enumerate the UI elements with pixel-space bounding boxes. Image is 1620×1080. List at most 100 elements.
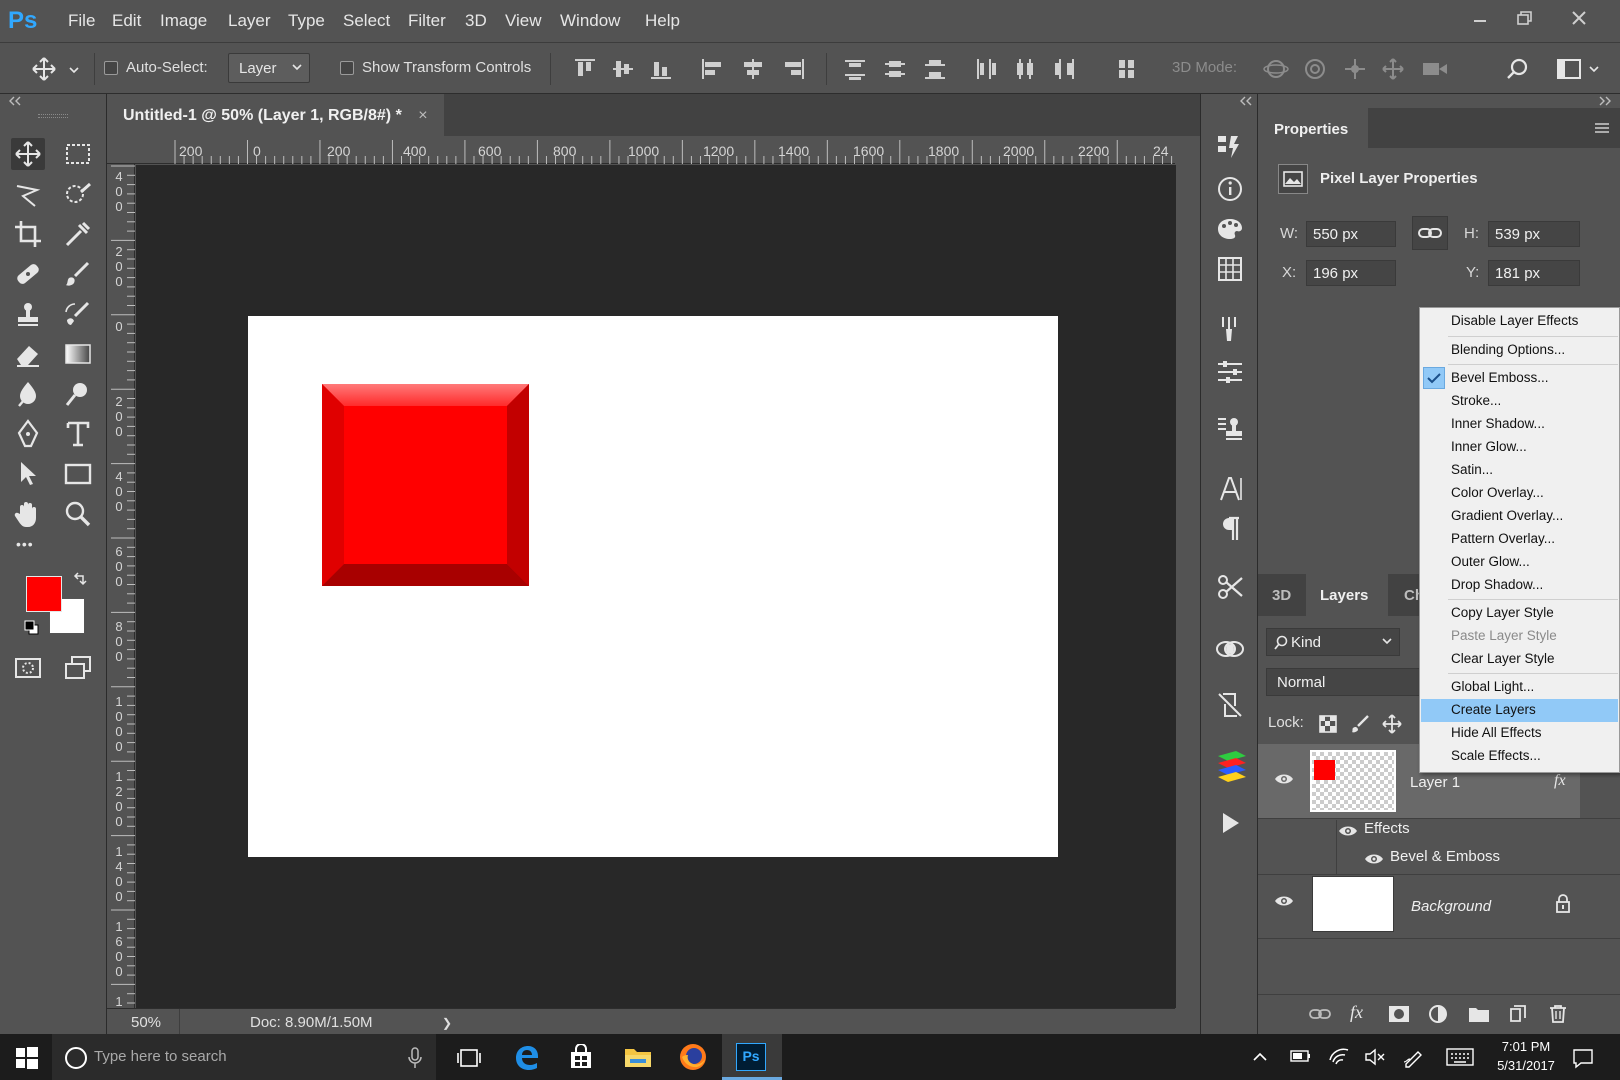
menu-item-copy-layer-style[interactable]: Copy Layer Style: [1421, 602, 1618, 625]
new-group-icon[interactable]: [1468, 1004, 1490, 1024]
3d-roll-icon[interactable]: [1302, 57, 1328, 81]
menu-3d[interactable]: 3D: [465, 11, 487, 31]
taskbar-time[interactable]: 7:01 PM: [1496, 1039, 1556, 1054]
foreground-color-swatch-front[interactable]: [26, 576, 62, 612]
collapse-left-icon[interactable]: [8, 96, 22, 106]
menu-item-inner-glow[interactable]: Inner Glow...: [1421, 436, 1618, 459]
distribute-top-icon[interactable]: [842, 57, 868, 81]
document-tab[interactable]: Untitled-1 @ 50% (Layer 1, RGB/8#) * ×: [107, 94, 444, 136]
zoom-tool-icon[interactable]: [61, 498, 95, 530]
menu-item-gradient-overlay[interactable]: Gradient Overlay...: [1421, 505, 1618, 528]
more-tools-icon[interactable]: •••: [16, 536, 34, 552]
path-selection-tool-icon[interactable]: [11, 458, 45, 490]
menu-item-outer-glow[interactable]: Outer Glow...: [1421, 551, 1618, 574]
adjustments-panel-icon[interactable]: [1215, 356, 1245, 386]
blend-mode-dropdown[interactable]: Normal: [1266, 668, 1420, 696]
taskbar-search-box[interactable]: Type here to search: [52, 1034, 436, 1080]
blur-tool-icon[interactable]: [11, 378, 45, 410]
link-dimensions-icon[interactable]: [1412, 216, 1448, 250]
eyedropper-tool-icon[interactable]: [61, 218, 95, 250]
menu-item-pattern-overlay[interactable]: Pattern Overlay...: [1421, 528, 1618, 551]
add-mask-icon[interactable]: [1388, 1004, 1410, 1024]
align-right-icon[interactable]: [780, 57, 806, 81]
pen-tool-icon[interactable]: [11, 418, 45, 450]
layer-1-bevel-square[interactable]: [322, 384, 529, 586]
visibility-eye-icon[interactable]: [1274, 772, 1294, 786]
gradient-tool-icon[interactable]: [61, 338, 95, 370]
swatches-panel-icon[interactable]: [1215, 254, 1245, 284]
volume-muted-icon[interactable]: [1364, 1048, 1386, 1066]
move-tool-icon[interactable]: [11, 138, 45, 170]
store-icon[interactable]: [568, 1044, 594, 1070]
screen-mode-icon[interactable]: [61, 652, 95, 684]
menu-item-scale-effects[interactable]: Scale Effects...: [1421, 745, 1618, 768]
edge-browser-icon[interactable]: [513, 1044, 539, 1070]
restore-icon[interactable]: [1510, 6, 1538, 32]
x-field[interactable]: 196 px: [1306, 260, 1396, 286]
timeline-layer-comps-icon[interactable]: [1215, 690, 1245, 720]
pen-workspace-icon[interactable]: [1402, 1046, 1424, 1068]
clone-stamp-tool-icon[interactable]: [11, 298, 45, 330]
plugin-panel-icon[interactable]: [1215, 748, 1246, 782]
menu-layer[interactable]: Layer: [228, 11, 271, 31]
menu-item-bevel-emboss[interactable]: Bevel Emboss...: [1421, 367, 1618, 390]
effects-eye-icon[interactable]: [1338, 824, 1358, 838]
collapse-right-icon[interactable]: [1598, 96, 1612, 106]
menu-select[interactable]: Select: [343, 11, 390, 31]
task-view-icon[interactable]: [456, 1047, 482, 1069]
close-tab-icon[interactable]: ×: [418, 107, 427, 124]
libraries-panel-icon[interactable]: [1215, 634, 1245, 664]
taskbar-date[interactable]: 5/31/2017: [1488, 1058, 1564, 1073]
3d-slide-icon[interactable]: [1380, 57, 1406, 81]
align-hcenter-icon[interactable]: [740, 57, 766, 81]
lock-transparent-icon[interactable]: [1318, 714, 1338, 734]
distribute-vcenter-icon[interactable]: [882, 57, 908, 81]
menu-file[interactable]: File: [68, 11, 95, 31]
3d-camera-icon[interactable]: [1420, 57, 1447, 81]
workspace-icon[interactable]: [1555, 57, 1605, 81]
move-tool-preset-icon[interactable]: [30, 56, 86, 82]
rectangle-tool-icon[interactable]: [61, 458, 95, 490]
auto-align-icon[interactable]: [1114, 57, 1140, 81]
battery-icon[interactable]: [1290, 1048, 1312, 1064]
menu-item-drop-shadow[interactable]: Drop Shadow...: [1421, 574, 1618, 597]
menu-item-create-layers[interactable]: Create Layers: [1421, 699, 1618, 722]
menu-item-blending-options[interactable]: Blending Options...: [1421, 339, 1618, 362]
add-fx-icon[interactable]: fx: [1350, 1002, 1363, 1023]
adjustment-layer-icon[interactable]: [1428, 1004, 1448, 1024]
visibility-eye-icon[interactable]: [1274, 894, 1294, 908]
menu-item-disable-layer-effects[interactable]: Disable Layer Effects: [1421, 310, 1618, 333]
3d-pan-icon[interactable]: [1342, 57, 1368, 81]
action-center-icon[interactable]: [1572, 1047, 1594, 1069]
swap-colors-icon[interactable]: [72, 572, 88, 588]
tab-layers[interactable]: Layers: [1306, 574, 1388, 616]
lock-pixels-icon[interactable]: [1350, 714, 1370, 734]
menu-view[interactable]: View: [505, 11, 542, 31]
background-layer-name[interactable]: Background: [1411, 898, 1491, 915]
type-tool-icon[interactable]: [61, 418, 95, 450]
history-brush-tool-icon[interactable]: [61, 298, 95, 330]
layer-filter-dropdown[interactable]: Kind: [1266, 628, 1400, 656]
crop-tool-icon[interactable]: [11, 218, 45, 250]
taskbar-photoshop[interactable]: Ps: [722, 1034, 782, 1080]
dodge-tool-icon[interactable]: [61, 378, 95, 410]
fx-indicator[interactable]: fx: [1554, 772, 1566, 790]
layer-1-name[interactable]: Layer 1: [1410, 774, 1460, 791]
history-panel-icon[interactable]: [1215, 132, 1245, 162]
distribute-bottom-icon[interactable]: [922, 57, 948, 81]
collapse-strip-icon[interactable]: [1239, 96, 1253, 106]
menu-edit[interactable]: Edit: [112, 11, 141, 31]
align-vcenter-icon[interactable]: [610, 57, 636, 81]
keyboard-icon[interactable]: [1446, 1048, 1474, 1066]
tab-properties[interactable]: Properties: [1258, 108, 1368, 148]
height-field[interactable]: 539 px: [1488, 221, 1580, 247]
search-icon[interactable]: [1505, 57, 1531, 81]
auto-select-dropdown[interactable]: Layer: [228, 53, 310, 83]
show-transform-checkbox[interactable]: [340, 61, 354, 75]
menu-item-satin[interactable]: Satin...: [1421, 459, 1618, 482]
menu-image[interactable]: Image: [160, 11, 207, 31]
wifi-icon[interactable]: [1328, 1046, 1350, 1066]
windows-start-icon[interactable]: [16, 1047, 38, 1069]
delete-layer-icon[interactable]: [1548, 1004, 1568, 1024]
menu-item-inner-shadow[interactable]: Inner Shadow...: [1421, 413, 1618, 436]
